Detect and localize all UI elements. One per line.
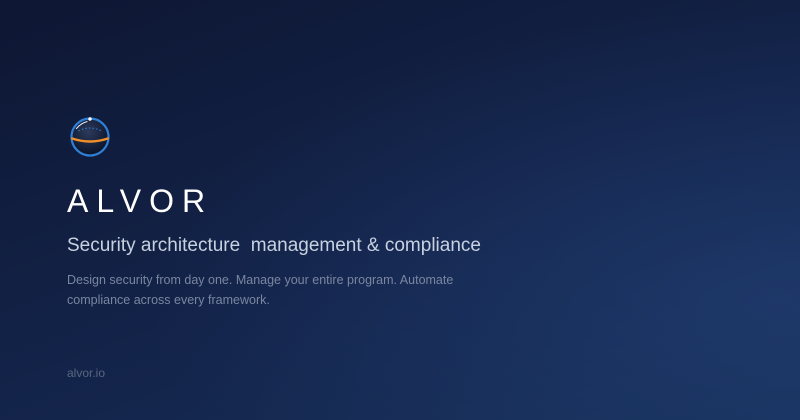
domain-link[interactable]: alvor.io (67, 365, 105, 381)
brand-name: ALVOR (67, 183, 214, 219)
social-card: ALVOR Security architecture management &… (0, 0, 800, 420)
tagline: Security architecture management & compl… (67, 235, 481, 256)
globe-orbit-icon (69, 116, 111, 158)
description: Design security from day one. Manage you… (67, 273, 454, 307)
